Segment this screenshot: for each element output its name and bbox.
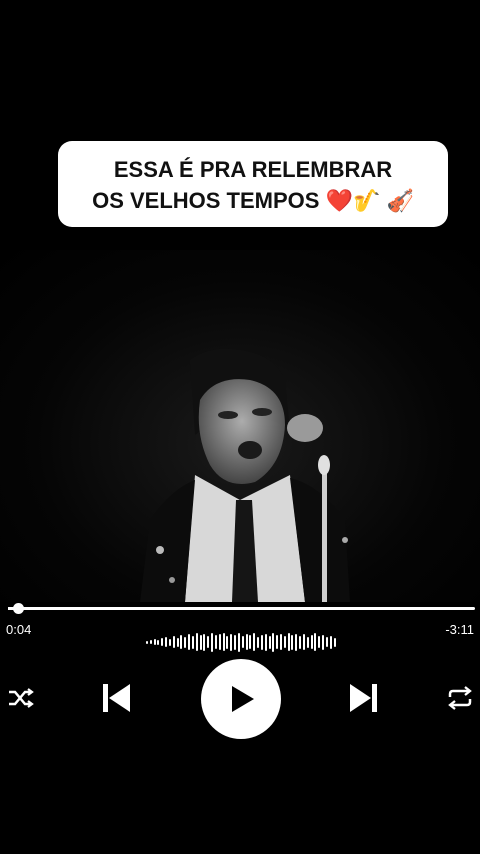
singer-image (140, 348, 350, 602)
waveform-bar (172, 636, 175, 648)
shuffle-icon (9, 688, 34, 708)
waveform-bar (260, 634, 263, 650)
waveform-bar (184, 636, 187, 648)
repeat-button[interactable] (444, 683, 476, 713)
waveform-bar (318, 636, 321, 648)
play-button[interactable] (201, 659, 281, 739)
video-frame[interactable] (0, 250, 480, 602)
waveform-bar (211, 632, 214, 652)
waveform-bar (234, 634, 237, 650)
waveform-bar (218, 634, 221, 650)
waveform-bar (325, 637, 328, 647)
waveform-bar (230, 633, 233, 651)
caption-line-2-text: OS VELHOS TEMPOS (92, 188, 320, 213)
waveform-bar (214, 635, 217, 649)
waveform-bar (226, 635, 229, 649)
skip-previous-icon (103, 684, 130, 712)
waveform-bar (295, 633, 298, 651)
caption-line-1: ESSA É PRA RELEMBRAR (113, 157, 393, 182)
shuffle-button[interactable] (6, 683, 36, 713)
waveform-bar (207, 636, 210, 648)
waveform-bar (161, 638, 164, 646)
waveform-bar (249, 635, 252, 649)
waveform-bar (168, 638, 171, 646)
waveform-bar (241, 636, 244, 648)
waveform-bar (195, 633, 198, 651)
waveform-bar (180, 635, 183, 649)
waveform-bar (283, 636, 286, 648)
progress-bar[interactable] (8, 603, 475, 614)
waveform-bar (264, 633, 267, 651)
previous-button[interactable] (99, 681, 133, 715)
waveform-bar (203, 633, 206, 651)
repeat-icon (448, 686, 472, 710)
play-icon (232, 686, 254, 712)
waveform-bar (322, 634, 325, 650)
waveform-bar (245, 634, 248, 650)
waveform-bar (188, 634, 191, 650)
remaining-time: -3:11 (445, 622, 474, 637)
waveform-bar (199, 634, 202, 650)
waveform-bar (191, 635, 194, 649)
next-button[interactable] (347, 681, 381, 715)
waveform-bar (291, 634, 294, 650)
waveform-bar (157, 639, 160, 645)
waveform-bar (237, 632, 240, 652)
waveform-bar (268, 635, 271, 649)
waveform-bar (302, 634, 305, 650)
waveform-bar (272, 632, 275, 652)
waveform-bar (176, 637, 179, 647)
waveform-bar (165, 637, 168, 647)
waveform-bar (276, 635, 279, 649)
waveform-bar (299, 635, 302, 649)
waveform-bar (314, 633, 317, 651)
saxophone-emoji: 🎷 (352, 188, 381, 213)
progress-handle[interactable] (12, 603, 24, 614)
waveform-bar (149, 640, 152, 644)
elapsed-time: 0:04 (6, 622, 32, 637)
audio-waveform (146, 630, 336, 654)
waveform-bar (222, 633, 225, 651)
waveform-bar (153, 639, 156, 645)
heart-emoji: ❤️ (325, 188, 353, 213)
waveform-bar (310, 635, 313, 649)
caption-line-2: OS VELHOS TEMPOS ❤️🎷 🎻 (58, 185, 448, 216)
waveform-bar (253, 633, 256, 651)
violin-emoji: 🎻 (386, 188, 414, 213)
caption-card: ESSA É PRA RELEMBRAR OS VELHOS TEMPOS ❤️… (58, 141, 448, 227)
waveform-bar (257, 636, 260, 648)
waveform-bar (279, 634, 282, 650)
waveform-bar (306, 636, 309, 648)
waveform-bar (329, 635, 332, 649)
waveform-bar (146, 640, 148, 644)
waveform-bar (287, 633, 290, 651)
waveform-bar (333, 637, 336, 647)
skip-next-icon (350, 684, 377, 712)
